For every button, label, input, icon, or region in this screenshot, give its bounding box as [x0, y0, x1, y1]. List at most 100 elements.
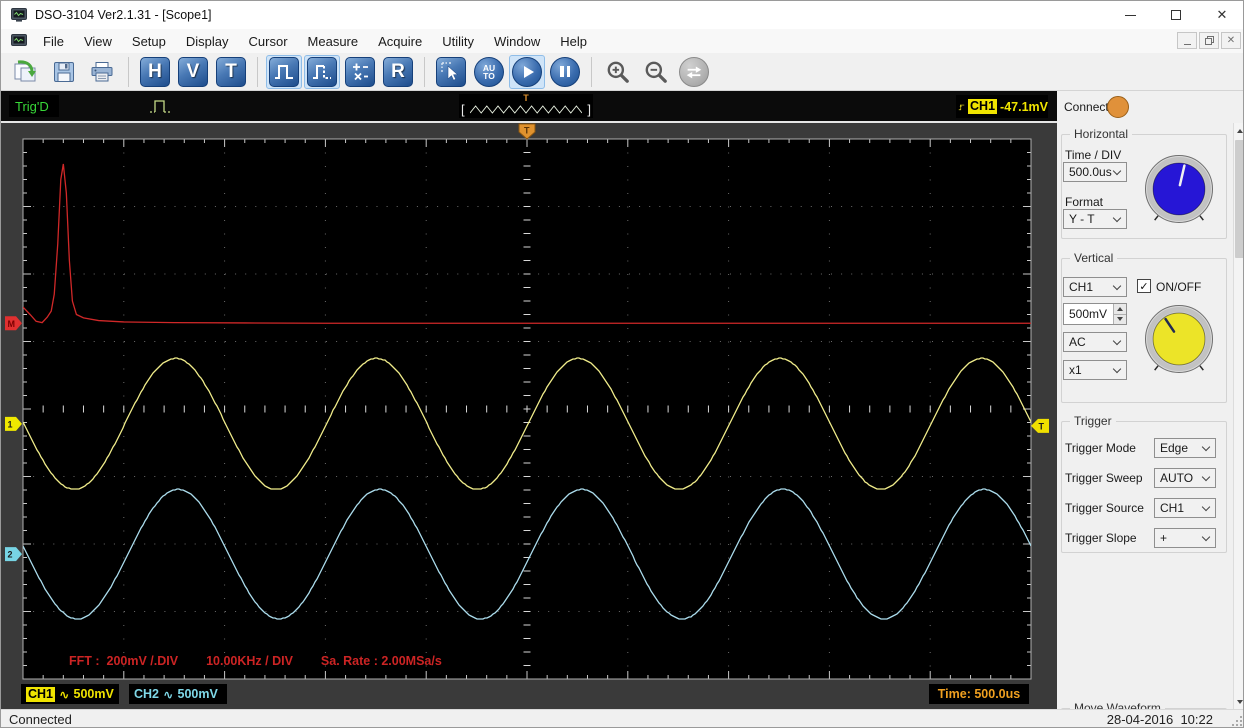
- zoom-out-icon: [645, 61, 667, 83]
- trigger-settings-button[interactable]: T: [213, 55, 249, 89]
- onoff-checkbox[interactable]: ✓: [1137, 279, 1151, 293]
- trigger-sweep-label: Trigger Sweep: [1065, 471, 1143, 485]
- mdi-close-button[interactable]: ✕: [1221, 32, 1241, 49]
- cursor-button[interactable]: [433, 55, 469, 89]
- menu-item-view[interactable]: View: [74, 32, 122, 51]
- auto-setup-button[interactable]: AU TO: [471, 55, 507, 89]
- save-icon: [54, 61, 74, 82]
- close-icon: ✕: [1216, 7, 1228, 22]
- zoom-out-button[interactable]: [638, 55, 674, 89]
- menu-item-acquire[interactable]: Acquire: [368, 32, 432, 51]
- scale-spinner[interactable]: 500mV: [1063, 303, 1127, 325]
- connect-indicator: [1107, 96, 1129, 118]
- vertical-group-title: Vertical: [1070, 251, 1118, 265]
- format-select[interactable]: Y - T: [1063, 209, 1127, 229]
- svg-text:M: M: [8, 319, 16, 329]
- toolbar-separator: [591, 56, 592, 87]
- trigger-source-label: Trigger Source: [1065, 501, 1144, 515]
- fft-readout: FFT : 200mV /.DIV 10.00KHz / DIV Sa. Rat…: [69, 654, 442, 668]
- svg-text:2: 2: [8, 550, 13, 560]
- menu-item-measure[interactable]: Measure: [298, 32, 369, 51]
- mdi-minimize-icon: [1183, 43, 1191, 45]
- down-arrow-icon: [1117, 317, 1123, 322]
- connection-status: Connected: [9, 712, 72, 727]
- time-div-select[interactable]: 500.0us: [1063, 162, 1127, 182]
- volts-div-knob[interactable]: [1141, 301, 1217, 377]
- zoom-in-button[interactable]: [600, 55, 636, 89]
- trigger-mode-label: Trigger Mode: [1065, 441, 1136, 455]
- trigger-slope-value: +: [1160, 531, 1168, 545]
- window-title: DSO-3104 Ver2.1.31 - [Scope1]: [35, 8, 212, 22]
- maximize-button[interactable]: [1153, 1, 1199, 29]
- spinner-down-button[interactable]: [1114, 313, 1126, 324]
- probe-value: x1: [1069, 363, 1082, 377]
- coupling-value: AC: [1069, 335, 1086, 349]
- channel-bar: CH1 ∿ 500mV CH2 ∿ 500mV Time: 500.0us: [1, 684, 1057, 706]
- minimize-button[interactable]: [1107, 1, 1153, 29]
- trigger-pulse-icon: [150, 100, 171, 113]
- document-icon: [11, 33, 27, 49]
- ch2-indicator[interactable]: CH2 ∿ 500mV: [129, 684, 227, 704]
- ch1-indicator[interactable]: CH1 ∿ 500mV: [21, 684, 119, 704]
- scrollbar-thumb[interactable]: [1235, 140, 1243, 258]
- menu-item-display[interactable]: Display: [176, 32, 239, 51]
- h-icon: H: [140, 56, 170, 87]
- mdi-minimize-button[interactable]: [1177, 32, 1197, 49]
- print-icon: [91, 61, 113, 81]
- refresh-button[interactable]: R: [380, 55, 416, 89]
- status-bar: Connected 28-04-2016 10:22: [1, 709, 1243, 727]
- check-icon: ✓: [1139, 280, 1149, 293]
- trigger-status-badge: Trig'D: [9, 95, 59, 117]
- waveform-preview[interactable]: [ ] T: [459, 94, 593, 118]
- chevron-down-icon: [1112, 213, 1122, 222]
- spinner-up-button[interactable]: [1114, 304, 1126, 314]
- scroll-up-button[interactable]: [1234, 123, 1243, 138]
- coupling-select[interactable]: AC: [1063, 332, 1127, 352]
- trigger-level-value: -47.1mV: [1000, 99, 1048, 114]
- menu-item-utility[interactable]: Utility: [432, 32, 484, 51]
- menu-item-help[interactable]: Help: [550, 32, 597, 51]
- math-button[interactable]: [342, 55, 378, 89]
- menu-item-window[interactable]: Window: [484, 32, 550, 51]
- resize-grip[interactable]: [1231, 715, 1243, 727]
- pause-button[interactable]: [547, 55, 583, 89]
- mdi-restore-button[interactable]: [1199, 32, 1219, 49]
- chevron-down-icon: [1201, 442, 1211, 451]
- scroll-down-button[interactable]: [1234, 694, 1243, 709]
- panel-scrollbar[interactable]: [1233, 123, 1243, 709]
- trigger-group-title: Trigger: [1070, 414, 1116, 428]
- trigger-slope-select[interactable]: +: [1154, 528, 1216, 548]
- svg-text:1: 1: [8, 419, 13, 429]
- trigger-mode-select[interactable]: Edge: [1154, 438, 1216, 458]
- time-div-knob[interactable]: [1141, 151, 1217, 227]
- trigger-sweep-value: AUTO: [1160, 471, 1194, 485]
- vertical-settings-button[interactable]: V: [175, 55, 211, 89]
- trigger-source-select[interactable]: CH1: [1154, 498, 1216, 518]
- chevron-down-icon: [1112, 364, 1122, 373]
- close-button[interactable]: ✕: [1199, 1, 1243, 29]
- save-button[interactable]: [46, 55, 82, 89]
- mdi-close-icon: ✕: [1226, 35, 1236, 46]
- run-button[interactable]: [509, 54, 545, 89]
- menu-item-setup[interactable]: Setup: [122, 32, 176, 51]
- trigger-sweep-select[interactable]: AUTO: [1154, 468, 1216, 488]
- trigger-mode-value: Edge: [1160, 441, 1189, 455]
- channel-select[interactable]: CH1: [1063, 277, 1127, 297]
- minimize-icon: [1124, 14, 1136, 16]
- open-button[interactable]: [8, 55, 44, 89]
- trigger-readout: CH1 -47.1mV: [956, 95, 1048, 118]
- ch2-scale-value: 500mV: [177, 687, 218, 701]
- probe-select[interactable]: x1: [1063, 360, 1127, 380]
- menu-item-file[interactable]: File: [33, 32, 74, 51]
- ch1-label-chip: CH1: [26, 686, 56, 702]
- single-pulse-button[interactable]: [266, 54, 302, 89]
- dual-pulse-button[interactable]: [304, 54, 340, 89]
- horizontal-settings-button[interactable]: H: [137, 55, 173, 89]
- svg-text:T: T: [524, 126, 530, 136]
- transfer-button[interactable]: [676, 55, 712, 89]
- print-button[interactable]: [84, 55, 120, 89]
- zoom-in-icon: [607, 61, 629, 83]
- scale-value: 500mV: [1069, 307, 1108, 321]
- menu-item-cursor[interactable]: Cursor: [239, 32, 298, 51]
- chevron-down-icon: [1112, 166, 1122, 175]
